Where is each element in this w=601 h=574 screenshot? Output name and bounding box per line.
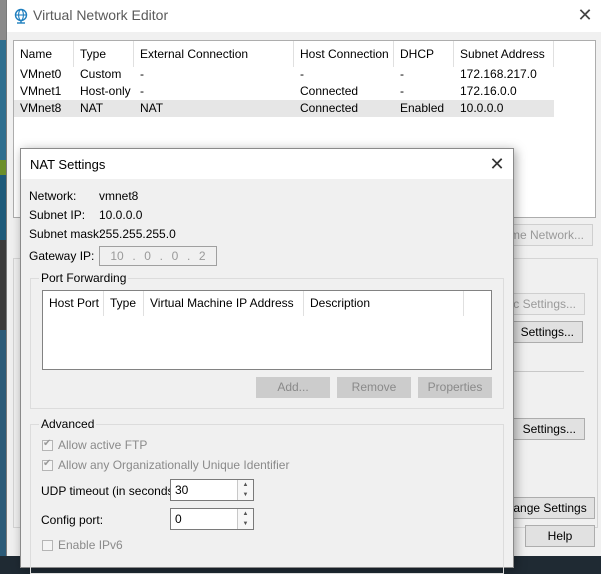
- network-label: Network:: [29, 189, 77, 203]
- spinner-arrows: ▲ ▼: [237, 509, 253, 529]
- cell-external-connection: -: [140, 84, 144, 98]
- gateway-octet-3: 0: [171, 249, 179, 263]
- cell-type: Host-only: [80, 84, 131, 98]
- virtual-network-editor-window: Virtual Network Editor ✕ Name Type Exter…: [6, 0, 601, 574]
- port-forwarding-table[interactable]: Host Port Type Virtual Machine IP Addres…: [42, 290, 492, 370]
- help-button[interactable]: Help: [525, 525, 595, 547]
- dialog-close-button[interactable]: ✕: [485, 152, 509, 176]
- config-port-spinner[interactable]: 0 ▲ ▼: [170, 508, 254, 530]
- cell-host-connection: Connected: [300, 84, 359, 98]
- cell-dhcp: -: [400, 84, 404, 98]
- cell-host-connection: Connected: [300, 101, 359, 115]
- nat-settings-dialog: NAT Settings ✕ Network: vmnet8 Subnet IP…: [20, 148, 514, 574]
- dialog-title: NAT Settings: [30, 157, 106, 172]
- gateway-octet-4: 2: [198, 249, 206, 263]
- port-forwarding-title: Port Forwarding: [39, 271, 129, 285]
- column-header-description[interactable]: Description: [304, 291, 464, 316]
- octet-dot: .: [186, 249, 191, 263]
- udp-timeout-spinner[interactable]: 30 ▲ ▼: [170, 479, 254, 501]
- cell-dhcp: Enabled: [400, 101, 445, 115]
- gateway-octet-2: 0: [144, 249, 151, 263]
- cell-subnet-address: 172.16.0.0: [460, 84, 517, 98]
- spin-down-arrow-icon[interactable]: ▼: [238, 519, 253, 529]
- table-row[interactable]: VMnet1 Host-only - Connected - 172.16.0.…: [14, 83, 554, 100]
- cell-host-connection: -: [300, 67, 304, 81]
- divider: [514, 371, 584, 372]
- cell-dhcp: -: [400, 67, 404, 81]
- gateway-ip-field: 10 . 0 . 0 . 2: [99, 246, 217, 266]
- column-header-host-connection[interactable]: Host Connection: [294, 41, 394, 67]
- enable-ipv6-checkbox[interactable]: Enable IPv6: [42, 538, 123, 552]
- column-header-type[interactable]: Type: [104, 291, 144, 316]
- column-header-name[interactable]: Name: [14, 41, 74, 67]
- table-row-selected[interactable]: VMnet8 NAT NAT Connected Enabled 10.0.0.…: [14, 100, 554, 117]
- column-header-external-connection[interactable]: External Connection: [134, 41, 294, 67]
- cell-name: VMnet1: [20, 84, 62, 98]
- gateway-octet-1: 10: [110, 249, 124, 263]
- cell-type: NAT: [80, 101, 104, 115]
- table-row[interactable]: VMnet0 Custom - - - 172.168.217.0: [14, 66, 554, 83]
- window-titlebar: Virtual Network Editor ✕: [7, 0, 601, 32]
- cell-external-connection: -: [140, 67, 144, 81]
- cell-name: VMnet8: [20, 101, 62, 115]
- checkbox-checked-icon: [42, 458, 53, 471]
- advanced-title: Advanced: [39, 417, 97, 431]
- udp-timeout-label: UDP timeout (in seconds):: [41, 484, 181, 498]
- allow-active-ftp-checkbox[interactable]: Allow active FTP: [42, 438, 147, 452]
- subnet-mask-label: Subnet mask:: [29, 227, 103, 241]
- checkbox-checked-icon: [42, 438, 53, 451]
- properties-button[interactable]: Properties: [418, 377, 492, 398]
- network-list-header: Name Type External Connection Host Conne…: [14, 41, 595, 67]
- cell-name: VMnet0: [20, 67, 62, 81]
- cell-type: Custom: [80, 67, 122, 81]
- enable-ipv6-label: Enable IPv6: [58, 538, 123, 552]
- subnet-ip-label: Subnet IP:: [29, 208, 86, 222]
- spinner-arrows: ▲ ▼: [237, 480, 253, 500]
- dialog-titlebar: NAT Settings ✕: [21, 149, 513, 179]
- column-header-subnet-address[interactable]: Subnet Address: [454, 41, 554, 67]
- cell-external-connection: NAT: [140, 101, 164, 115]
- window-close-button[interactable]: ✕: [573, 4, 597, 28]
- config-port-value: 0: [175, 512, 182, 526]
- window-title: Virtual Network Editor: [33, 7, 169, 23]
- network-globe-icon: [13, 8, 29, 24]
- checkbox-unchecked-icon: [42, 539, 53, 551]
- cell-subnet-address: 172.168.217.0: [460, 67, 537, 81]
- column-header-host-port[interactable]: Host Port: [43, 291, 104, 316]
- allow-oui-label: Allow any Organizationally Unique Identi…: [58, 458, 290, 472]
- column-header-type[interactable]: Type: [74, 41, 134, 67]
- column-header-dhcp[interactable]: DHCP: [394, 41, 454, 67]
- allow-active-ftp-label: Allow active FTP: [58, 438, 148, 452]
- octet-dot: .: [132, 249, 136, 263]
- subnet-ip-value: 10.0.0.0: [99, 208, 143, 222]
- subnet-mask-value: 255.255.255.0: [99, 227, 176, 241]
- gateway-ip-label: Gateway IP:: [29, 249, 95, 263]
- network-value: vmnet8: [99, 189, 139, 203]
- cell-subnet-address: 10.0.0.0: [460, 101, 504, 115]
- config-port-label: Config port:: [41, 513, 104, 527]
- udp-timeout-value: 30: [175, 483, 189, 497]
- octet-dot: .: [159, 249, 163, 263]
- column-header-vm-ip-address[interactable]: Virtual Machine IP Address: [144, 291, 304, 316]
- remove-port-button[interactable]: Remove: [337, 377, 411, 398]
- spin-down-arrow-icon[interactable]: ▼: [238, 490, 253, 500]
- allow-oui-checkbox[interactable]: Allow any Organizationally Unique Identi…: [42, 458, 289, 472]
- add-port-button[interactable]: Add...: [256, 377, 330, 398]
